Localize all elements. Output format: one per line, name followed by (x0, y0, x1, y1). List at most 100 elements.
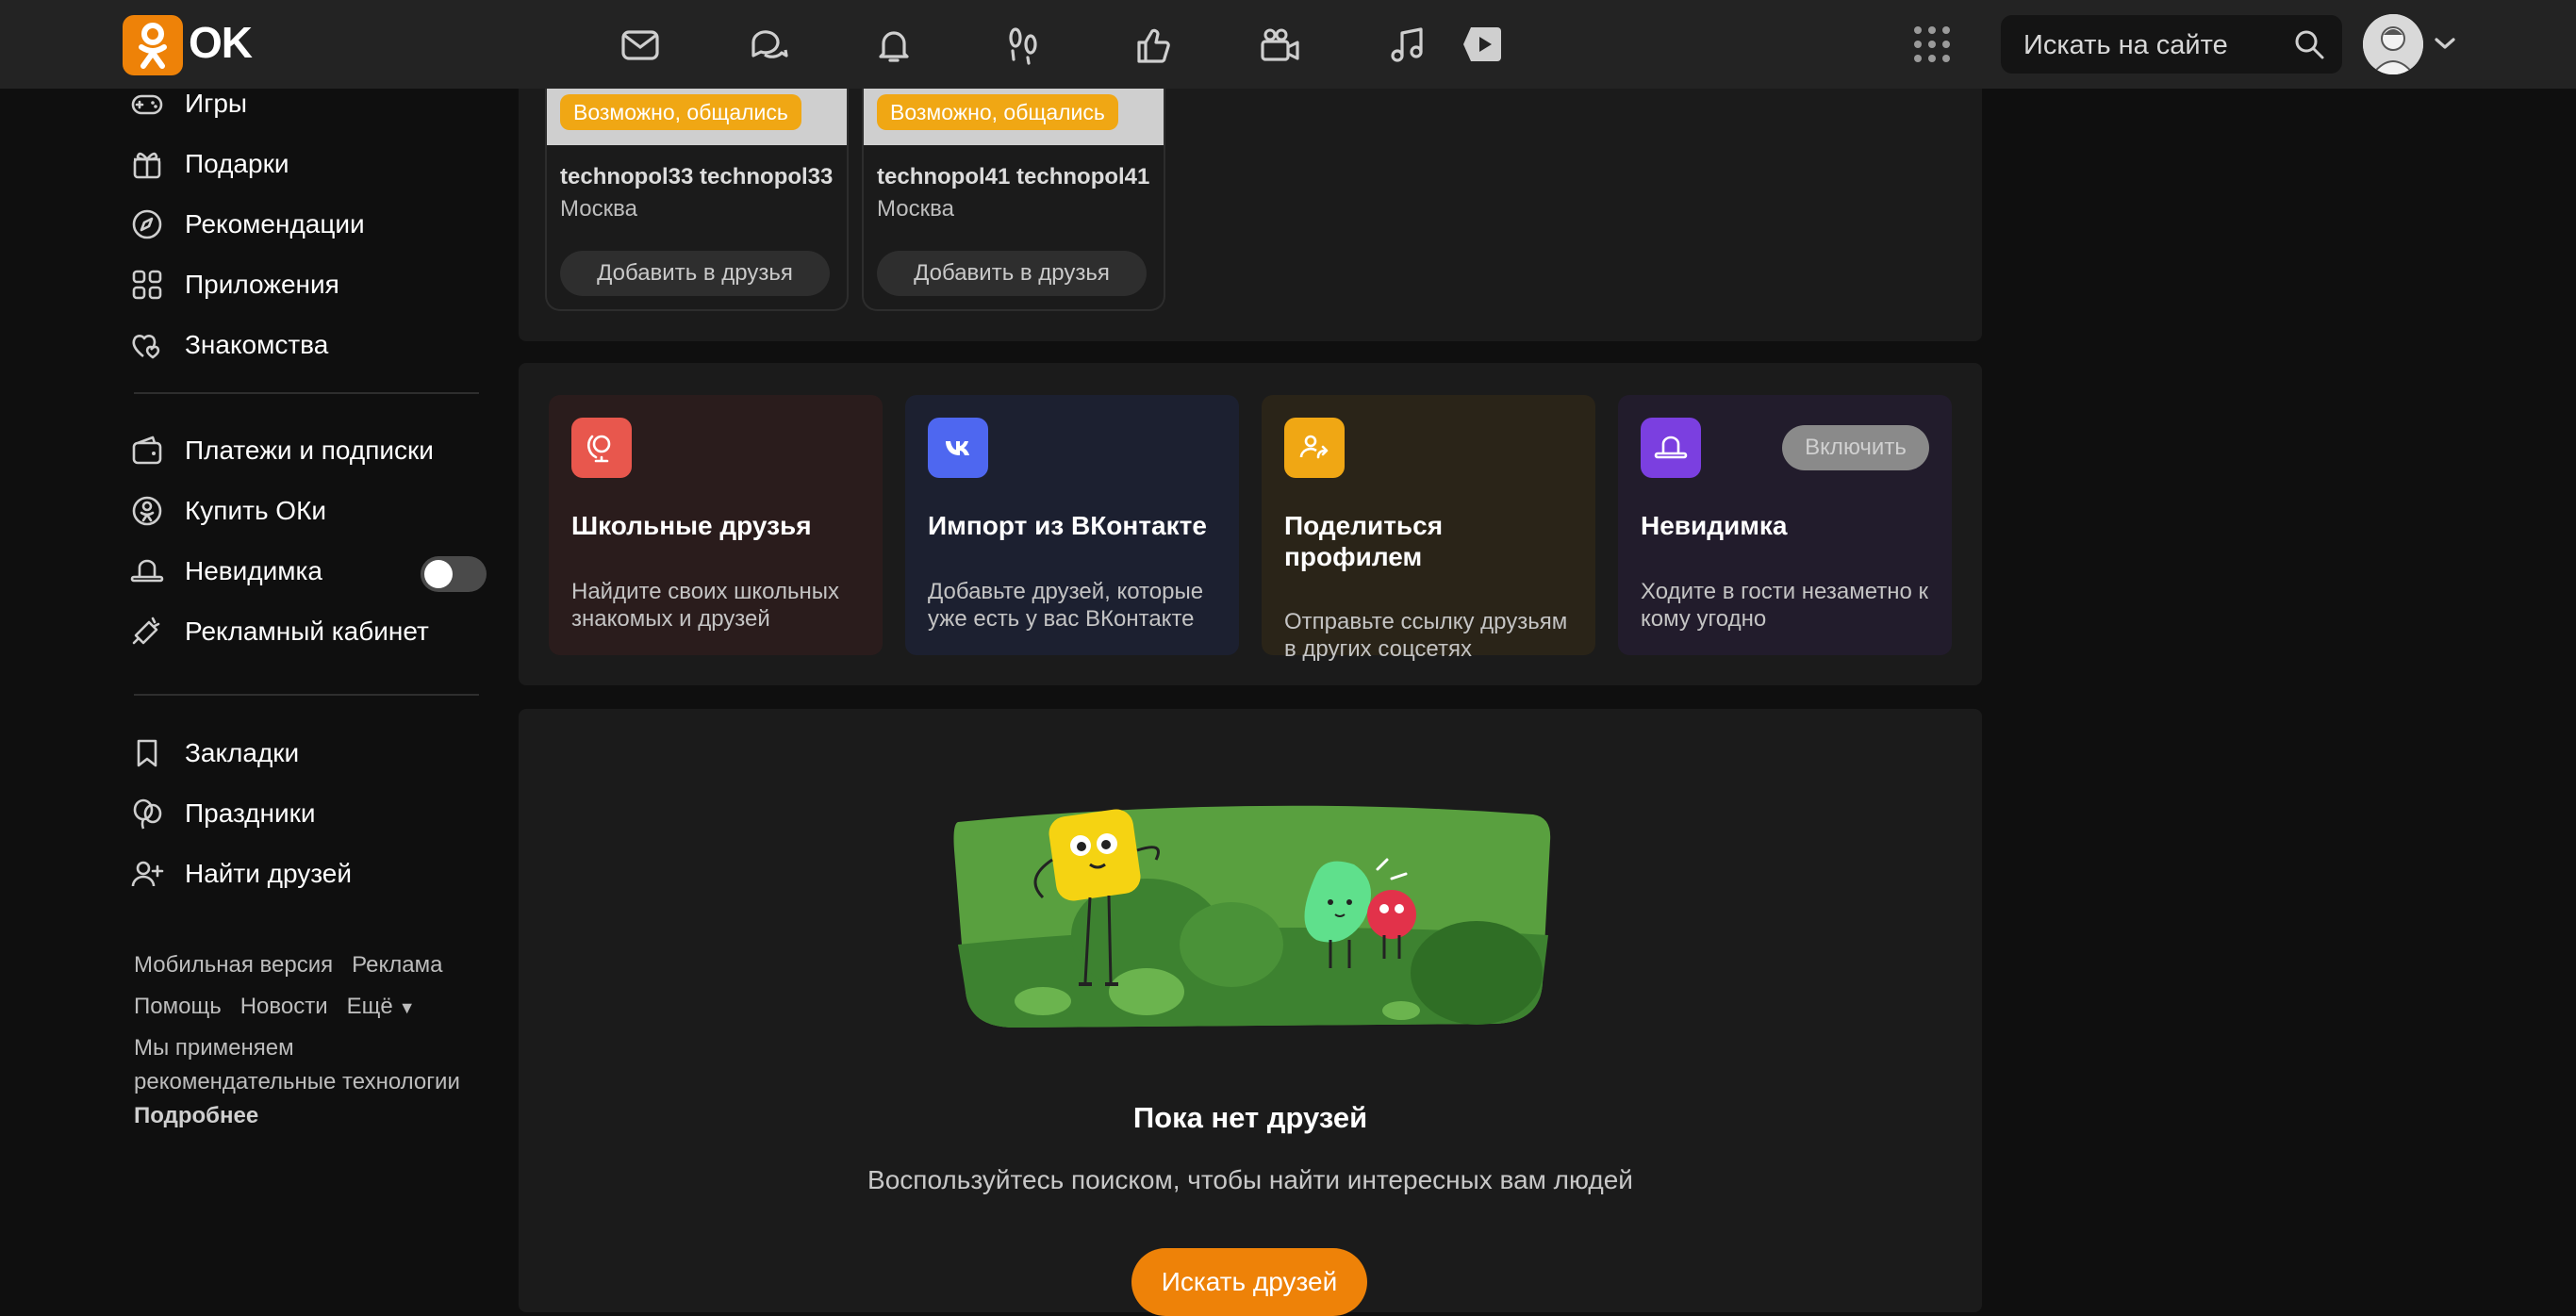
friend-card[interactable]: Возможно, общались technopol41 technopol… (862, 89, 1165, 311)
mail-icon[interactable] (619, 24, 662, 67)
divider (134, 694, 479, 696)
recommendation-tech-line-1: Мы применяем (134, 1035, 294, 1061)
sidebar-item-ad-cabinet[interactable]: Рекламный кабинет (130, 605, 429, 658)
sidebar-item-label: Платежи и подписки (185, 436, 434, 465)
tile-title: Поделиться профилем (1284, 511, 1444, 571)
caret-down-icon[interactable]: ▼ (399, 998, 416, 1017)
empty-state-text: Воспользуйтесь поиском, чтобы найти инте… (867, 1165, 1633, 1194)
like-icon[interactable] (1131, 24, 1175, 67)
invisible-toggle[interactable] (421, 556, 487, 592)
status-badge: Возможно, общались (560, 94, 801, 130)
sidebar-item-label: Рекламный кабинет (185, 617, 429, 646)
sidebar-item-label: Купить ОКи (185, 496, 327, 525)
sidebar-item-bookmarks[interactable]: Закладки (130, 727, 299, 780)
sidebar-item-label: Приложения (185, 270, 339, 299)
recommendation-tech-line-2: рекомендательные технологии (134, 1069, 460, 1094)
search-input[interactable] (2022, 15, 2289, 75)
sidebar-item-label: Найти друзей (185, 859, 353, 888)
user-name[interactable]: technopol41 technopol41 (877, 164, 1150, 190)
bookmark-icon (130, 736, 164, 770)
tile-title: Школьные друзья (571, 511, 812, 540)
sidebar-item-label: Подарки (185, 149, 289, 178)
sidebar-item-label: Знакомства (185, 330, 329, 359)
sidebar-item-invisible[interactable]: Невидимка (130, 545, 322, 598)
compass-icon (130, 207, 164, 241)
footer-link-mobile[interactable]: Мобильная версия (134, 952, 333, 978)
tile-description: Ходите в гости незаметно к кому угодно (1641, 579, 1929, 632)
ok-coin-icon (130, 494, 164, 528)
video-camera-icon[interactable] (1258, 24, 1301, 67)
search-icon[interactable] (2293, 28, 2325, 60)
share-profile-tile[interactable]: Поделиться профилем Отправьте ссылку дру… (1262, 395, 1595, 662)
school-friends-tile[interactable]: Школьные друзья Найдите своих школьных з… (549, 395, 883, 655)
divider (134, 392, 479, 394)
add-friend-button[interactable]: Добавить в друзья (560, 251, 830, 296)
sidebar-item-label: Праздники (185, 798, 316, 828)
avatar[interactable] (2363, 14, 2423, 74)
footer-link-more[interactable]: Ещё (347, 994, 393, 1019)
user-city: Москва (560, 196, 637, 222)
apps-grid-icon[interactable] (1910, 23, 1954, 66)
sidebar-item-holidays[interactable]: Праздники (130, 787, 316, 840)
sidebar-item-payments[interactable]: Платежи и подписки (130, 424, 434, 477)
footer-link-ads[interactable]: Реклама (352, 952, 442, 978)
gift-icon (130, 147, 164, 181)
friend-card[interactable]: Возможно, общались technopol33 technopol… (545, 89, 849, 311)
search-friends-button[interactable]: Искать друзей (1131, 1248, 1367, 1316)
share-profile-icon (1284, 418, 1345, 478)
add-user-icon (130, 857, 164, 891)
tile-title: Невидимка (1641, 511, 1788, 540)
sidebar-item-label: Невидимка (185, 556, 322, 585)
video-play-icon[interactable] (1461, 24, 1505, 67)
sidebar-item-label: Игры (185, 89, 248, 118)
gamepad-icon (130, 87, 164, 121)
hat-icon (130, 554, 164, 588)
footprints-icon[interactable] (1001, 24, 1045, 67)
school-globe-icon (571, 418, 632, 478)
search-box (2001, 15, 2342, 75)
sidebar-item-recommendations[interactable]: Рекомендации (130, 198, 365, 251)
wallet-icon (130, 434, 164, 468)
details-link[interactable]: Подробнее (134, 1103, 258, 1129)
invisible-mode-tile[interactable]: Включить Невидимка Ходите в гости незаме… (1618, 395, 1952, 655)
apps-grid-icon (130, 268, 164, 302)
empty-friends-panel: Пока нет друзей Воспользуйтесь поиском, … (519, 709, 1982, 1316)
user-name[interactable]: technopol33 technopol33 (560, 164, 834, 190)
vk-logo-icon (928, 418, 988, 478)
sidebar-item-apps[interactable]: Приложения (130, 258, 339, 311)
logo-text[interactable]: OK (189, 17, 253, 68)
tile-description: Найдите своих школьных знакомых и друзей (571, 579, 839, 632)
friend-suggestions-panel: Возможно, общались technopol33 technopol… (519, 57, 1982, 341)
empty-state-title: Пока нет друзей (1132, 1101, 1368, 1134)
hat-icon (1641, 418, 1701, 478)
user-city: Москва (877, 196, 954, 222)
chevron-down-icon[interactable] (2433, 34, 2457, 53)
tile-description: Отправьте ссылку друзьям в других соцсет… (1284, 609, 1568, 662)
footer-links-row-1: Мобильная версия Реклама (134, 952, 442, 979)
bell-icon[interactable] (872, 24, 916, 67)
enable-invisible-button[interactable]: Включить (1782, 425, 1929, 470)
chat-icon[interactable] (746, 24, 789, 67)
footer-link-help[interactable]: Помощь (134, 994, 222, 1019)
music-note-icon[interactable] (1386, 24, 1429, 67)
sidebar-item-label: Рекомендации (185, 209, 365, 239)
footer-link-news[interactable]: Новости (240, 994, 328, 1019)
sidebar-item-buy-oki[interactable]: Купить ОКи (130, 485, 326, 537)
empty-state-illustration (953, 805, 1551, 1028)
find-friends-options-panel: Школьные друзья Найдите своих школьных з… (519, 363, 1982, 685)
hearts-icon (130, 328, 164, 362)
sidebar-item-find-friends[interactable]: Найти друзей (130, 847, 352, 900)
vk-import-tile[interactable]: Импорт из ВКонтакте Добавьте друзей, кот… (905, 395, 1239, 655)
status-badge: Возможно, общались (877, 94, 1118, 130)
balloons-icon (130, 797, 164, 831)
tile-title: Импорт из ВКонтакте (928, 511, 1207, 540)
top-bar: OK (0, 0, 2576, 89)
sidebar-item-dating[interactable]: Знакомства (130, 319, 328, 371)
megaphone-icon (130, 615, 164, 649)
tile-description: Добавьте друзей, которые уже есть у вас … (928, 579, 1204, 632)
sidebar-item-label: Закладки (185, 738, 300, 767)
add-friend-button[interactable]: Добавить в друзья (877, 251, 1147, 296)
ok-logo-icon[interactable] (123, 15, 183, 75)
footer-links-row-2: Помощь Новости Ещё ▼ (134, 994, 416, 1020)
sidebar-item-gifts[interactable]: Подарки (130, 138, 289, 190)
